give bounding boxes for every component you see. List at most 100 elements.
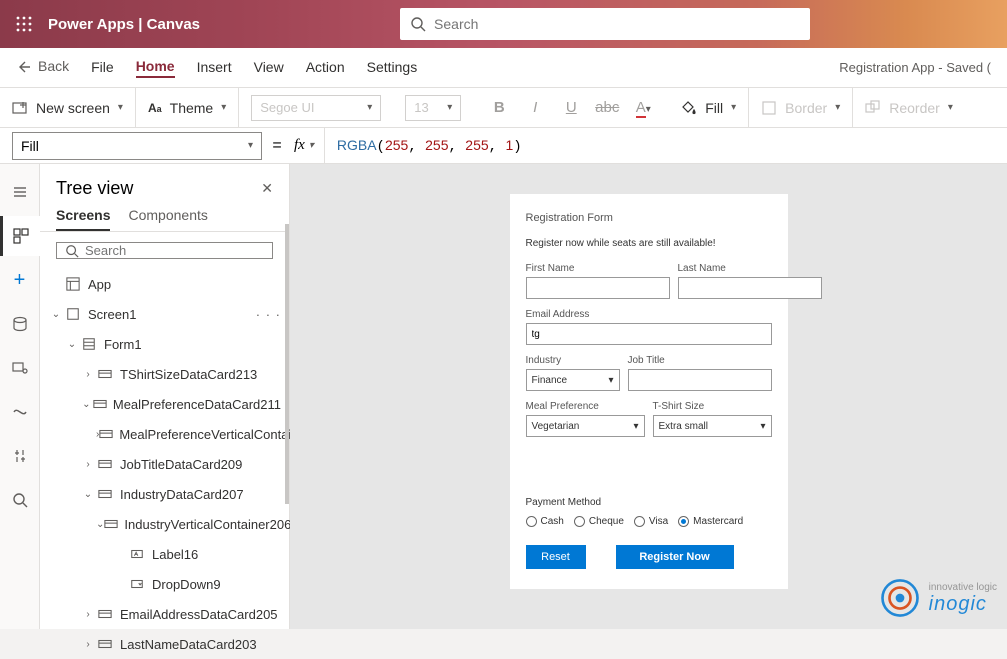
menu-file[interactable]: File — [91, 59, 114, 77]
last-name-label: Last Name — [678, 263, 822, 274]
border-icon — [761, 100, 777, 116]
brand-logo: innovative logicinogic — [879, 577, 997, 619]
fx-label[interactable]: fx ▾ — [292, 128, 325, 163]
formula-value[interactable]: RGBA(255, 255, 255, 1) — [325, 137, 522, 155]
rail-media-icon[interactable] — [0, 348, 40, 388]
payment-option[interactable]: Cash — [526, 516, 564, 527]
label-icon — [128, 547, 146, 561]
screen-icon — [64, 307, 82, 321]
twist-icon[interactable]: › — [80, 459, 96, 470]
rail-flow-icon[interactable] — [0, 392, 40, 432]
fontsize-select[interactable]: 13▾ — [405, 95, 461, 121]
rail-hamburger-icon[interactable] — [0, 172, 40, 212]
tab-screens[interactable]: Screens — [56, 207, 110, 231]
product-name: Power Apps | Canvas — [48, 16, 200, 33]
save-status: Registration App - Saved ( — [839, 60, 991, 75]
strike-icon[interactable]: abc — [593, 99, 621, 116]
tree-node[interactable]: App — [40, 269, 289, 299]
theme-button[interactable]: Aa Theme▾ — [136, 88, 239, 127]
payment-option[interactable]: Mastercard — [678, 516, 743, 527]
underline-icon[interactable]: U — [557, 99, 585, 116]
tree-node[interactable]: ⌄MealPreferenceDataCard211 — [40, 389, 289, 419]
card-icon — [96, 367, 114, 381]
close-icon[interactable]: ✕ — [261, 180, 273, 197]
tree-node-label: LastNameDataCard203 — [120, 637, 257, 652]
rail-insert-icon[interactable]: + — [0, 260, 40, 300]
property-select[interactable]: Fill▾ — [12, 132, 262, 160]
reorder-button[interactable]: Reorder▾ — [853, 88, 965, 127]
twist-icon[interactable]: ⌄ — [48, 309, 64, 320]
payment-option[interactable]: Cheque — [574, 516, 624, 527]
menu-insert[interactable]: Insert — [197, 59, 232, 77]
tree-node[interactable]: DropDown9 — [40, 569, 289, 599]
rail-search-icon[interactable] — [0, 480, 40, 520]
search-input[interactable] — [434, 16, 800, 32]
twist-icon[interactable]: › — [80, 639, 96, 650]
tree-node[interactable]: ›EmailAddressDataCard205 — [40, 599, 289, 629]
tshirt-select[interactable]: Extra small▾ — [653, 415, 772, 437]
twist-icon[interactable]: › — [80, 609, 96, 620]
register-button[interactable]: Register Now — [616, 545, 734, 569]
formula-bar: Fill▾ = fx ▾ RGBA(255, 255, 255, 1) — [0, 128, 1007, 164]
tree-node[interactable]: ⌄ Screen1 · · · — [40, 299, 289, 329]
rail-tree-icon[interactable] — [0, 216, 40, 256]
tree-node-label: App — [88, 277, 111, 292]
payment-option[interactable]: Visa — [634, 516, 668, 527]
fill-button[interactable]: Fill▾ — [669, 88, 749, 127]
tree-root: App ⌄ Screen1 · · · ⌄Form1›TShirtSizeDataCar… — [40, 269, 289, 659]
twist-icon[interactable]: ⌄ — [96, 519, 104, 530]
more-icon[interactable]: · · · — [256, 307, 281, 322]
toolbar: New screen▾ Aa Theme▾ Segoe UI▾ 13▾ B I … — [0, 88, 1007, 128]
card-icon — [93, 397, 107, 411]
tree-node-label: IndustryVerticalContainer206 — [124, 517, 291, 532]
menu-settings[interactable]: Settings — [367, 59, 418, 77]
tree-node[interactable]: Label16 — [40, 539, 289, 569]
twist-icon[interactable]: ⌄ — [80, 489, 96, 500]
tree-node-label: Screen1 — [88, 307, 136, 322]
tree-node[interactable]: ⌄ IndustryVerticalContainer206 — [40, 509, 289, 539]
industry-label: Industry — [526, 355, 620, 366]
reset-button[interactable]: Reset — [526, 545, 586, 569]
last-name-input[interactable] — [678, 277, 822, 299]
radio-icon — [634, 516, 645, 527]
border-button[interactable]: Border▾ — [749, 88, 853, 127]
menu-bar: Back File Home Insert View Action Settin… — [0, 48, 1007, 88]
panel-title: Tree view — [56, 178, 133, 199]
tree-node[interactable]: ›JobTitleDataCard209 — [40, 449, 289, 479]
tree-node[interactable]: ›TShirtSizeDataCard213 — [40, 359, 289, 389]
italic-icon[interactable]: I — [521, 99, 549, 116]
scrollbar[interactable] — [285, 224, 289, 504]
newscreen-button[interactable]: New screen▾ — [0, 88, 136, 127]
bold-icon[interactable]: B — [485, 99, 513, 116]
font-select[interactable]: Segoe UI▾ — [251, 95, 381, 121]
tree-search[interactable] — [56, 242, 273, 259]
tree-node[interactable]: ⌄IndustryDataCard207 — [40, 479, 289, 509]
tab-components[interactable]: Components — [128, 207, 207, 231]
twist-icon[interactable]: ⌄ — [64, 339, 80, 350]
first-name-input[interactable] — [526, 277, 670, 299]
global-search[interactable] — [400, 8, 810, 40]
email-input[interactable] — [526, 323, 772, 345]
back-button[interactable]: Back — [16, 58, 69, 78]
twist-icon[interactable]: ⌄ — [80, 399, 93, 410]
tree-node[interactable]: › LastNameDataCard203 — [40, 629, 289, 659]
rail-data-icon[interactable] — [0, 304, 40, 344]
menu-view[interactable]: View — [254, 59, 284, 77]
tree-search-input[interactable] — [85, 243, 264, 258]
rail-tools-icon[interactable] — [0, 436, 40, 476]
card-icon — [104, 517, 118, 531]
tshirt-label: T-Shirt Size — [653, 401, 772, 412]
payment-label: Payment Method — [526, 497, 772, 508]
meal-select[interactable]: Vegetarian▾ — [526, 415, 645, 437]
fontcolor-icon[interactable]: A▾ — [629, 99, 657, 116]
menu-action[interactable]: Action — [306, 59, 345, 77]
tree-node[interactable]: ›MealPreferenceVerticalContainer — [40, 419, 289, 449]
logo-icon — [879, 577, 921, 619]
canvas: Registration Form Register now while sea… — [290, 164, 1007, 629]
waffle-icon[interactable] — [0, 0, 48, 48]
job-input[interactable] — [628, 369, 772, 391]
twist-icon[interactable]: › — [80, 369, 96, 380]
menu-home[interactable]: Home — [136, 58, 175, 78]
tree-node[interactable]: ⌄Form1 — [40, 329, 289, 359]
industry-select[interactable]: Finance▾ — [526, 369, 620, 391]
